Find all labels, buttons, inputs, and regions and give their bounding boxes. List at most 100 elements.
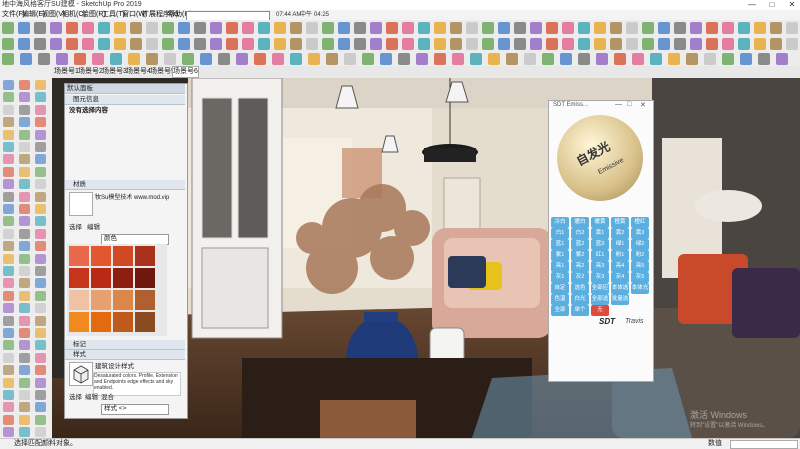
toolbar-tool-icon[interactable] [626, 38, 638, 50]
toolbar-tool-icon[interactable] [386, 22, 398, 34]
toolbar-tool-icon[interactable] [546, 38, 558, 50]
toolbar-tool-icon[interactable] [2, 22, 14, 34]
palette-tool-icon[interactable] [19, 179, 30, 190]
toolbar-tool-icon[interactable] [776, 53, 788, 65]
toolbar-tool-icon[interactable] [594, 38, 606, 50]
color-swatch[interactable] [69, 290, 89, 310]
emissive-preset-button[interactable]: 蓝3 [591, 239, 609, 250]
toolbar-tool-icon[interactable] [418, 22, 430, 34]
toolbar-tool-icon[interactable] [370, 22, 382, 34]
toolbar-tool-icon[interactable] [370, 38, 382, 50]
palette-tool-icon[interactable] [3, 154, 14, 165]
toolbar-tool-icon[interactable] [110, 53, 122, 65]
toolbar-tool-icon[interactable] [290, 22, 302, 34]
styles-tab-edit[interactable]: 编辑 [85, 394, 98, 402]
toolbar-tool-icon[interactable] [514, 38, 526, 50]
toolbar-tool-icon[interactable] [506, 53, 518, 65]
emissive-preset-button[interactable]: 橙红 [631, 217, 649, 228]
palette-tool-icon[interactable] [19, 328, 30, 338]
toolbar-tool-icon[interactable] [562, 38, 574, 50]
toolbar-tool-icon[interactable] [344, 53, 356, 65]
emissive-preset-button[interactable]: 粉1 [611, 250, 629, 261]
toolbar-tool-icon[interactable] [690, 22, 702, 34]
toolbar-tool-icon[interactable] [686, 53, 698, 65]
emissive-preset-button[interactable]: 灰1 [551, 272, 569, 283]
scene-tab-4[interactable]: 场景号4 [126, 66, 151, 78]
toolbar-tool-icon[interactable] [50, 22, 62, 34]
emissive-preset-button[interactable]: 全部选色 [591, 294, 609, 305]
toolbar-tool-icon[interactable] [578, 38, 590, 50]
palette-tool-icon[interactable] [3, 179, 14, 190]
scene-tab-2[interactable]: 场景号2 [78, 66, 103, 78]
emissive-preset-button[interactable]: 绿2 [631, 239, 649, 250]
toolbar-tool-icon[interactable] [146, 53, 158, 65]
toolbar-tool-icon[interactable] [258, 38, 270, 50]
palette-tool-icon[interactable] [35, 427, 46, 438]
toolbar-tool-icon[interactable] [614, 53, 626, 65]
palette-tool-icon[interactable] [35, 92, 46, 103]
emissive-preset-button[interactable]: 黄3 [631, 228, 649, 239]
palette-tool-icon[interactable] [35, 390, 46, 400]
styles-dropdown[interactable]: 样式 <> [101, 404, 169, 415]
toolbar-tool-icon[interactable] [434, 38, 446, 50]
toolbar-tool-icon[interactable] [514, 22, 526, 34]
emissive-preset-button[interactable]: 白光 [571, 294, 589, 305]
palette-tool-icon[interactable] [19, 266, 30, 276]
emissive-preset-button[interactable]: 灰2 [571, 272, 589, 283]
toolbar-tool-icon[interactable] [674, 38, 686, 50]
toolbar-tool-icon[interactable] [722, 53, 734, 65]
emissive-preset-button[interactable]: 灰4 [611, 272, 629, 283]
toolbar-tool-icon[interactable] [450, 22, 462, 34]
styles-tab-mix[interactable]: 混合 [101, 394, 114, 402]
toolbar-tool-icon[interactable] [650, 53, 662, 65]
toolbar-tool-icon[interactable] [274, 38, 286, 50]
toolbar-tool-icon[interactable] [50, 38, 62, 50]
palette-tool-icon[interactable] [3, 402, 14, 413]
toolbar-tool-icon[interactable] [18, 38, 30, 50]
toolbar-tool-icon[interactable] [482, 22, 494, 34]
toolbar-tool-icon[interactable] [20, 53, 32, 65]
toolbar-tool-icon[interactable] [74, 53, 86, 65]
palette-tool-icon[interactable] [19, 129, 30, 140]
emissive-preset-button[interactable]: 蓝1 [551, 239, 569, 250]
palette-tool-icon[interactable] [35, 129, 46, 140]
styles-tab-select[interactable]: 选择 [69, 394, 82, 402]
palette-tool-icon[interactable] [3, 142, 14, 152]
emissive-preset-button[interactable]: 亮1 [551, 261, 569, 272]
emissive-preset-button[interactable]: 灰3 [591, 272, 609, 283]
emissive-preset-button[interactable]: 黄1 [591, 228, 609, 239]
scene-tab-3[interactable]: 场景号3 [102, 66, 127, 78]
toolbar-tool-icon[interactable] [306, 38, 318, 50]
toolbar-tool-icon[interactable] [226, 38, 238, 50]
toolbar-tool-icon[interactable] [18, 22, 30, 34]
toolbar-tool-icon[interactable] [38, 53, 50, 65]
scene-tab-6[interactable]: 场景号6 [172, 66, 199, 78]
palette-tool-icon[interactable] [3, 117, 14, 128]
palette-tool-icon[interactable] [35, 80, 46, 90]
toolbar-tool-icon[interactable] [82, 38, 94, 50]
toolbar-tool-icon[interactable] [146, 22, 158, 34]
palette-tool-icon[interactable] [3, 352, 14, 363]
toolbar-tool-icon[interactable] [738, 38, 750, 50]
toolbar-tool-icon[interactable] [218, 53, 230, 65]
palette-tool-icon[interactable] [19, 92, 30, 103]
styles-header[interactable]: 样式 [65, 350, 185, 360]
color-swatch[interactable] [69, 312, 89, 332]
emissive-preset-button[interactable]: 自定 [551, 283, 569, 294]
palette-tool-icon[interactable] [35, 104, 46, 115]
toolbar-tool-icon[interactable] [34, 22, 46, 34]
palette-tool-icon[interactable] [19, 377, 30, 388]
toolbar-tool-icon[interactable] [274, 22, 286, 34]
emissive-preset-button[interactable]: 选色 [571, 283, 589, 294]
toolbar-tool-icon[interactable] [162, 22, 174, 34]
toolbar-tool-icon[interactable] [542, 53, 554, 65]
palette-tool-icon[interactable] [3, 241, 14, 252]
toolbar-tool-icon[interactable] [210, 38, 222, 50]
palette-tool-icon[interactable] [35, 166, 46, 177]
palette-tool-icon[interactable] [19, 414, 30, 425]
toolbar-tool-icon[interactable] [200, 53, 212, 65]
toolbar-tool-icon[interactable] [66, 22, 78, 34]
toolbar-tool-icon[interactable] [92, 53, 104, 65]
palette-tool-icon[interactable] [35, 365, 46, 376]
color-swatch[interactable] [91, 290, 111, 310]
